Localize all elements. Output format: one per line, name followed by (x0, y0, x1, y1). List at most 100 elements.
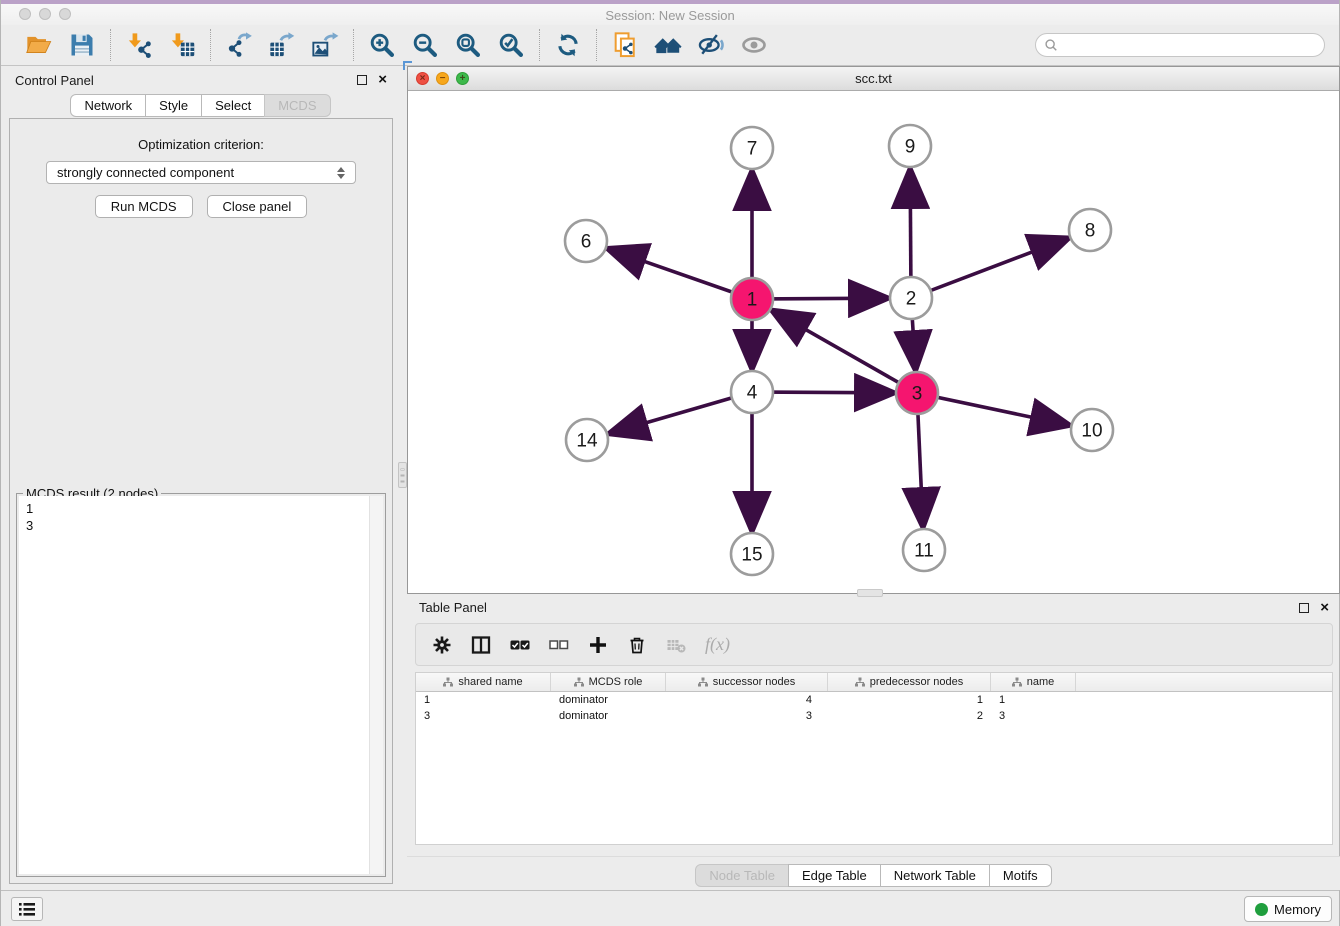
home-icon (654, 31, 682, 59)
close-panel-button[interactable]: Close panel (207, 195, 308, 218)
close-table-panel-icon[interactable]: × (1320, 603, 1329, 613)
duplicate-network-button[interactable] (610, 30, 640, 60)
home-button[interactable] (653, 30, 683, 60)
float-panel-icon[interactable] (357, 75, 367, 85)
zoom-out-button[interactable] (410, 30, 440, 60)
table-panel-title: Table Panel (419, 600, 487, 615)
search-box[interactable] (1035, 33, 1325, 57)
hide-selected-button[interactable] (696, 30, 726, 60)
duplicate-network-icon (611, 31, 639, 59)
tab-network[interactable]: Network (70, 94, 146, 117)
table-cell[interactable]: 3 (991, 710, 1076, 722)
node-table: shared name MCDS role successor nodes prede… (415, 672, 1333, 845)
export-table-button[interactable] (267, 30, 297, 60)
main-toolbar (1, 25, 1339, 66)
graph-edge-3-1[interactable] (775, 312, 917, 393)
settings-gear-icon[interactable] (432, 635, 452, 655)
table-row[interactable]: 1dominator411 (416, 692, 1332, 708)
delete-table-icon (666, 635, 686, 655)
graph-node-label-3: 3 (912, 384, 923, 405)
column-header-MCDS-role[interactable]: MCDS role (551, 673, 666, 691)
table-cell[interactable]: 3 (666, 710, 828, 722)
import-table-button[interactable] (167, 30, 197, 60)
column-header-label: shared name (458, 676, 522, 688)
run-mcds-button[interactable]: Run MCDS (95, 195, 193, 218)
node-table-header: shared name MCDS role successor nodes prede… (416, 673, 1332, 692)
export-network-button[interactable] (224, 30, 254, 60)
export-network-icon (225, 31, 253, 59)
criterion-dropdown-value: strongly connected component (57, 165, 234, 180)
refresh-button[interactable] (553, 30, 583, 60)
frame-close-button[interactable]: × (416, 72, 429, 85)
import-network-icon (125, 31, 153, 59)
table-cell[interactable]: 4 (666, 694, 828, 706)
column-header-successor-nodes[interactable]: successor nodes (666, 673, 828, 691)
export-image-button[interactable] (310, 30, 340, 60)
column-header-predecessor-nodes[interactable]: predecessor nodes (828, 673, 991, 691)
export-image-icon (311, 31, 339, 59)
column-header-shared-name[interactable]: shared name (416, 673, 551, 691)
column-header-label: successor nodes (713, 676, 796, 688)
network-canvas[interactable]: 7968124314101511 (408, 92, 1339, 593)
tab-mcds[interactable]: MCDS (264, 94, 330, 117)
graph-node-label-11: 11 (914, 541, 934, 562)
table-cell[interactable]: 1 (416, 694, 551, 706)
save-floppy-icon (68, 31, 96, 59)
column-header-label: predecessor nodes (870, 676, 964, 688)
mcds-result-group: MCDS result (2 nodes) 1 3 (16, 493, 386, 877)
deselect-all-icon[interactable] (549, 635, 569, 655)
show-panels-button[interactable] (11, 897, 43, 921)
table-cell[interactable]: 1 (991, 694, 1076, 706)
hierarchy-icon (574, 677, 584, 687)
show-all-button[interactable] (739, 30, 769, 60)
search-input[interactable] (1063, 38, 1316, 53)
tab-style[interactable]: Style (145, 94, 202, 117)
mcds-result-area[interactable]: 1 3 (19, 496, 383, 874)
split-view-icon[interactable] (471, 635, 491, 655)
table-row[interactable]: 3dominator323 (416, 708, 1332, 724)
memory-button[interactable]: Memory (1244, 896, 1332, 922)
tab-node-table[interactable]: Node Table (695, 864, 789, 887)
table-cell[interactable]: 2 (828, 710, 991, 722)
memory-label: Memory (1274, 902, 1321, 917)
import-network-button[interactable] (124, 30, 154, 60)
frame-minimize-button[interactable]: − (436, 72, 449, 85)
result-scrollbar[interactable] (369, 496, 383, 874)
table-cell[interactable]: dominator (551, 710, 666, 722)
table-cell[interactable]: dominator (551, 694, 666, 706)
zoom-in-button[interactable] (367, 30, 397, 60)
network-window-titlebar[interactable]: × − + scc.txt (408, 67, 1339, 91)
zoom-selected-button[interactable] (496, 30, 526, 60)
table-cell[interactable]: 1 (828, 694, 991, 706)
open-session-button[interactable] (24, 30, 54, 60)
graph-node-label-1: 1 (747, 290, 758, 311)
graph-node-label-2: 2 (906, 289, 917, 310)
vertical-splitter-grip[interactable] (398, 462, 407, 488)
graph-edge-1-6[interactable] (611, 250, 752, 299)
zoom-fit-button[interactable] (453, 30, 483, 60)
column-header-label: MCDS role (589, 676, 643, 688)
tab-edge-table[interactable]: Edge Table (788, 864, 881, 887)
tab-select[interactable]: Select (201, 94, 265, 117)
tab-motifs[interactable]: Motifs (989, 864, 1052, 887)
frame-maximize-button[interactable]: + (456, 72, 469, 85)
delete-column-icon[interactable] (627, 635, 647, 655)
select-all-icon[interactable] (510, 635, 530, 655)
graph-node-label-15: 15 (741, 545, 762, 566)
mcds-tab-content: Optimization criterion: strongly connect… (9, 118, 393, 884)
add-column-icon[interactable] (588, 635, 608, 655)
export-table-icon (268, 31, 296, 59)
table-cell[interactable]: 3 (416, 710, 551, 722)
column-header-name[interactable]: name (991, 673, 1076, 691)
graph-node-label-14: 14 (576, 431, 598, 452)
network-title: scc.txt (855, 71, 892, 86)
eye-slash-icon (697, 31, 725, 59)
criterion-dropdown[interactable]: strongly connected component (46, 161, 356, 184)
tab-network-table[interactable]: Network Table (880, 864, 990, 887)
graph-edge-3-10[interactable] (917, 393, 1066, 424)
frame-corner-marker (403, 61, 412, 70)
float-table-panel-icon[interactable] (1299, 603, 1309, 613)
close-panel-icon[interactable]: × (378, 75, 387, 85)
save-session-button[interactable] (67, 30, 97, 60)
graph-edge-2-8[interactable] (911, 240, 1065, 298)
